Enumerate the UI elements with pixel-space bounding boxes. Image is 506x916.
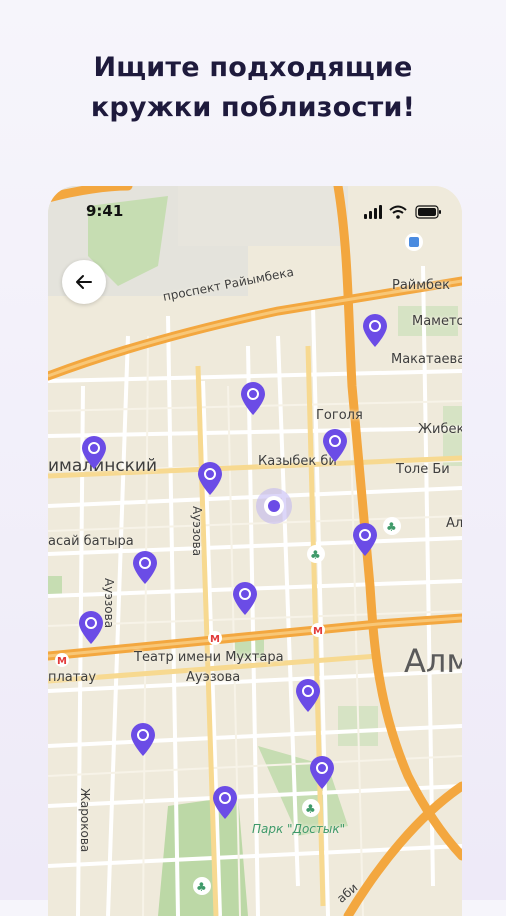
map-label-makataeva: Макатаева	[391, 352, 462, 367]
svg-text:♣: ♣	[310, 548, 321, 562]
map-label-theatre: Театр имени Мухтара	[134, 650, 284, 665]
arrow-left-icon	[76, 275, 92, 289]
status-icons	[364, 205, 441, 219]
map-label-auezova-below: Ауэзова	[186, 670, 241, 685]
map-label-al: Ал	[446, 516, 462, 531]
map-pin-marker[interactable]	[80, 436, 108, 470]
map-label-mametova: Маметов	[412, 314, 462, 329]
map-label-tole-bi: Толе Би	[396, 462, 450, 477]
map-pin-marker[interactable]	[351, 523, 379, 557]
svg-text:♣: ♣	[386, 520, 397, 534]
headline-line-1: Ищите подходящие	[93, 52, 413, 83]
map-pin-marker[interactable]	[131, 551, 159, 585]
map-label-raiymbek-right: Раймбек	[392, 278, 450, 293]
map-pin-marker[interactable]	[239, 382, 267, 416]
svg-text:♣: ♣	[196, 880, 207, 894]
map-label-street-vertical: Ауэзова	[190, 506, 204, 557]
map-pin-marker[interactable]	[211, 786, 239, 820]
headline-line-2: кружки поблизости!	[90, 92, 416, 123]
svg-text:♣: ♣	[305, 802, 316, 816]
map-label-zhibek: Жибек	[418, 422, 462, 437]
back-button[interactable]	[62, 260, 106, 304]
status-time: 9:41	[86, 202, 124, 220]
battery-icon	[415, 205, 441, 219]
map-label-abylai: платау	[48, 670, 97, 685]
signal-icon	[364, 205, 382, 219]
map-canvas[interactable]: M M M ♣ ♣ ♣ ♣	[48, 186, 462, 916]
map-label-zharokova: Жарокова	[78, 788, 92, 853]
status-bar: 9:41	[48, 186, 462, 238]
svg-text:M: M	[313, 626, 323, 637]
map-pin-marker[interactable]	[77, 611, 105, 645]
map-pin-marker[interactable]	[321, 429, 349, 463]
map-pin-marker[interactable]	[308, 756, 336, 790]
headline: Ищите подходящие кружки поблизости!	[0, 48, 506, 128]
map-label-park-dostyk: Парк "Достык"	[252, 822, 346, 836]
phone-screen: M M M ♣ ♣ ♣ ♣ проспект Райымбека Раймбек…	[48, 186, 462, 916]
svg-text:M: M	[210, 634, 220, 645]
wifi-icon	[389, 205, 407, 214]
map-pin-marker[interactable]	[129, 723, 157, 757]
svg-text:M: M	[57, 656, 67, 667]
map-pin-marker[interactable]	[196, 462, 224, 496]
map-pin-marker[interactable]	[231, 582, 259, 616]
map-pin-marker[interactable]	[361, 314, 389, 348]
map-label-alma: Алм	[404, 642, 462, 680]
map-label-gogolya: Гоголя	[316, 408, 363, 423]
map-pin-marker[interactable]	[294, 679, 322, 713]
map-label-naurai-batyra: асай батыра	[48, 534, 134, 549]
